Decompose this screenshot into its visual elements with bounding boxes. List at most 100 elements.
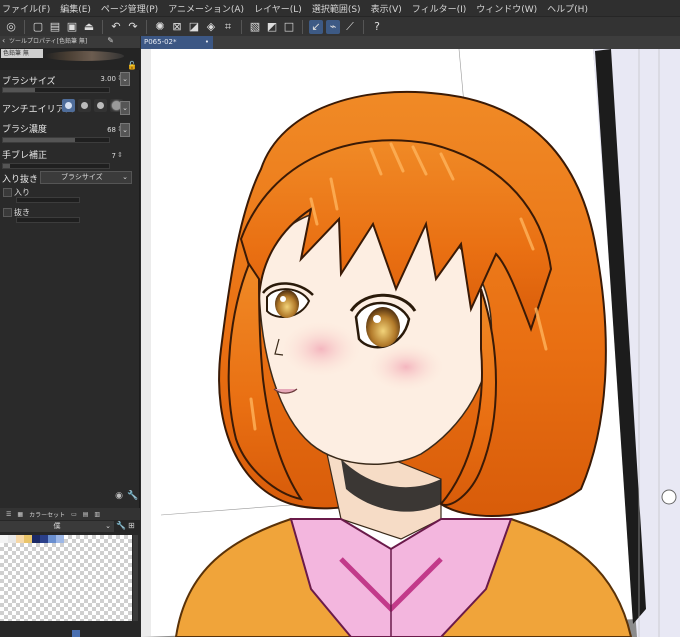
- in-row: 入り: [0, 186, 140, 204]
- right-eye-highlight: [373, 315, 381, 323]
- brush-size-label: ブラシサイズ: [2, 77, 56, 87]
- blush-left: [281, 321, 361, 377]
- menu-animation[interactable]: アニメーション(A): [168, 2, 244, 15]
- panel-title: ツールプロパティ[色鉛筆 無]: [9, 38, 88, 45]
- menu-page[interactable]: ページ管理(P): [101, 2, 158, 15]
- add-color-icon[interactable]: ⊞: [128, 521, 135, 530]
- brush-density-slider[interactable]: [2, 137, 110, 143]
- loading-icon[interactable]: ✺: [153, 20, 167, 34]
- redo-icon[interactable]: ↷: [126, 20, 140, 34]
- color-swatch[interactable]: [32, 535, 40, 543]
- tab-color-set[interactable]: カラーセット: [29, 510, 65, 519]
- taper-select-value: ブラシサイズ: [61, 173, 103, 181]
- antialias-none-option[interactable]: [62, 99, 75, 112]
- deselect-icon[interactable]: ▧: [248, 20, 262, 34]
- app-icon[interactable]: ◎: [4, 20, 18, 34]
- export-icon[interactable]: ⏏: [82, 20, 96, 34]
- invert-selection-icon[interactable]: ◩: [265, 20, 279, 34]
- expand-dropdown-icon[interactable]: ⌄: [120, 101, 130, 115]
- new-file-icon[interactable]: ▢: [31, 20, 45, 34]
- color-swatch[interactable]: [0, 535, 8, 543]
- brush-density-label: ブラシ濃度: [2, 125, 47, 135]
- menu-view[interactable]: 表示(V): [371, 2, 402, 15]
- color-swatch[interactable]: [24, 535, 32, 543]
- menu-help[interactable]: ヘルプ(H): [547, 2, 588, 15]
- fill-icon[interactable]: ◪: [187, 20, 201, 34]
- illustration-canvas[interactable]: [141, 49, 680, 637]
- antialias-medium-option[interactable]: [94, 99, 107, 112]
- brush-size-row: ブラシサイズ 3.00 ⇕ ⌄: [0, 72, 140, 98]
- out-row: 抜き: [0, 206, 140, 224]
- menu-window[interactable]: ウィンドウ(W): [476, 2, 537, 15]
- wrench-icon[interactable]: 🔧: [116, 521, 126, 530]
- history-tab-icon[interactable]: ▭: [71, 511, 77, 518]
- divider: [363, 19, 364, 34]
- out-slider[interactable]: [16, 217, 80, 223]
- taper-row: 入り抜き ブラシサイズ ⌄: [0, 171, 140, 186]
- wrench-icon[interactable]: 🔧: [127, 491, 138, 501]
- color-wheel-tab-icon[interactable]: ☰: [6, 511, 11, 518]
- stabilization-value[interactable]: 7: [112, 152, 116, 160]
- panel-footer: ◉ 🔧: [114, 491, 138, 501]
- color-swatch-grid[interactable]: [0, 535, 132, 637]
- menu-file[interactable]: ファイル(F): [2, 2, 50, 15]
- panel-titlebar: ‹ ツールプロパティ[色鉛筆 無] ✎: [0, 36, 140, 48]
- color-set-select[interactable]: 僕 ⌄: [0, 521, 114, 532]
- snap-line-icon[interactable]: ↙: [309, 19, 323, 34]
- info-icon[interactable]: ◉: [114, 491, 124, 501]
- menu-edit[interactable]: 編集(E): [60, 2, 91, 15]
- antialias-options: [62, 99, 123, 112]
- color-swatch[interactable]: [8, 535, 16, 543]
- color-swatch[interactable]: [56, 535, 64, 543]
- undo-icon[interactable]: ↶: [109, 20, 123, 34]
- snap-curve-icon[interactable]: ⌁: [326, 19, 340, 34]
- stabilization-slider[interactable]: [2, 163, 110, 169]
- color-set-name: 僕: [53, 522, 61, 530]
- lock-icon[interactable]: 🔓: [127, 61, 137, 70]
- open-folder-icon[interactable]: ▤: [48, 20, 62, 34]
- out-checkbox[interactable]: [3, 208, 12, 217]
- pen-icon[interactable]: ✎: [107, 35, 114, 47]
- scrollbar[interactable]: [133, 535, 138, 621]
- antialias-weak-option[interactable]: [78, 99, 91, 112]
- in-checkbox[interactable]: [3, 188, 12, 197]
- color-swatch[interactable]: [40, 535, 48, 543]
- tool-property-panel: ‹ ツールプロパティ[色鉛筆 無] ✎ 色鉛筆 無 🔓 ブラシサイズ 3.00 …: [0, 36, 140, 637]
- color-swatch[interactable]: [16, 535, 24, 543]
- page-edge: [141, 49, 151, 637]
- close-icon[interactable]: •: [205, 36, 209, 49]
- menu-bar: ファイル(F) 編集(E) ページ管理(P) アニメーション(A) レイヤー(L…: [0, 0, 680, 16]
- menu-filter[interactable]: フィルター(I): [412, 2, 467, 15]
- palette-tab-icon[interactable]: ▦: [17, 511, 23, 518]
- slider-tab-icon[interactable]: ▤: [83, 511, 89, 518]
- expand-dropdown-icon[interactable]: ⌄: [120, 123, 130, 137]
- taper-select[interactable]: ブラシサイズ ⌄: [40, 171, 132, 184]
- snap-ruler-icon[interactable]: ⟋: [343, 20, 357, 34]
- brush-density-value[interactable]: 68: [107, 126, 116, 134]
- save-icon[interactable]: ▣: [65, 20, 79, 34]
- menu-layer[interactable]: レイヤー(L): [254, 2, 302, 15]
- spinner-icon[interactable]: ⇕: [117, 151, 123, 159]
- collapse-chevron-icon[interactable]: ‹: [2, 35, 5, 47]
- chevron-down-icon: ⌄: [105, 522, 111, 530]
- clear-icon[interactable]: ⊠: [170, 20, 184, 34]
- brush-size-slider[interactable]: [2, 87, 110, 93]
- crop-icon[interactable]: ⌗: [221, 20, 235, 34]
- expand-dropdown-icon[interactable]: ⌄: [120, 72, 130, 86]
- brush-size-value[interactable]: 3.00: [100, 75, 116, 83]
- selected-swatch[interactable]: [72, 630, 80, 637]
- ruler-handle-icon[interactable]: [661, 489, 677, 505]
- color-swatch[interactable]: [48, 535, 56, 543]
- left-iris: [275, 290, 299, 318]
- slider-fill: [3, 164, 11, 168]
- in-slider[interactable]: [16, 197, 80, 203]
- menu-selection[interactable]: 選択範囲(S): [312, 2, 361, 15]
- subview-tab-icon[interactable]: ▥: [94, 511, 100, 518]
- help-icon[interactable]: ?: [370, 20, 384, 34]
- selection-box-icon[interactable]: □: [282, 20, 296, 34]
- stabilization-row: 手ブレ補正 7 ⇕: [0, 148, 140, 170]
- canvas-area[interactable]: P065-02* •: [141, 36, 680, 637]
- tab-document[interactable]: P065-02* •: [141, 36, 213, 49]
- antialias-row: アンチエイリアス ⌄: [0, 99, 140, 118]
- transform-icon[interactable]: ◈: [204, 20, 218, 34]
